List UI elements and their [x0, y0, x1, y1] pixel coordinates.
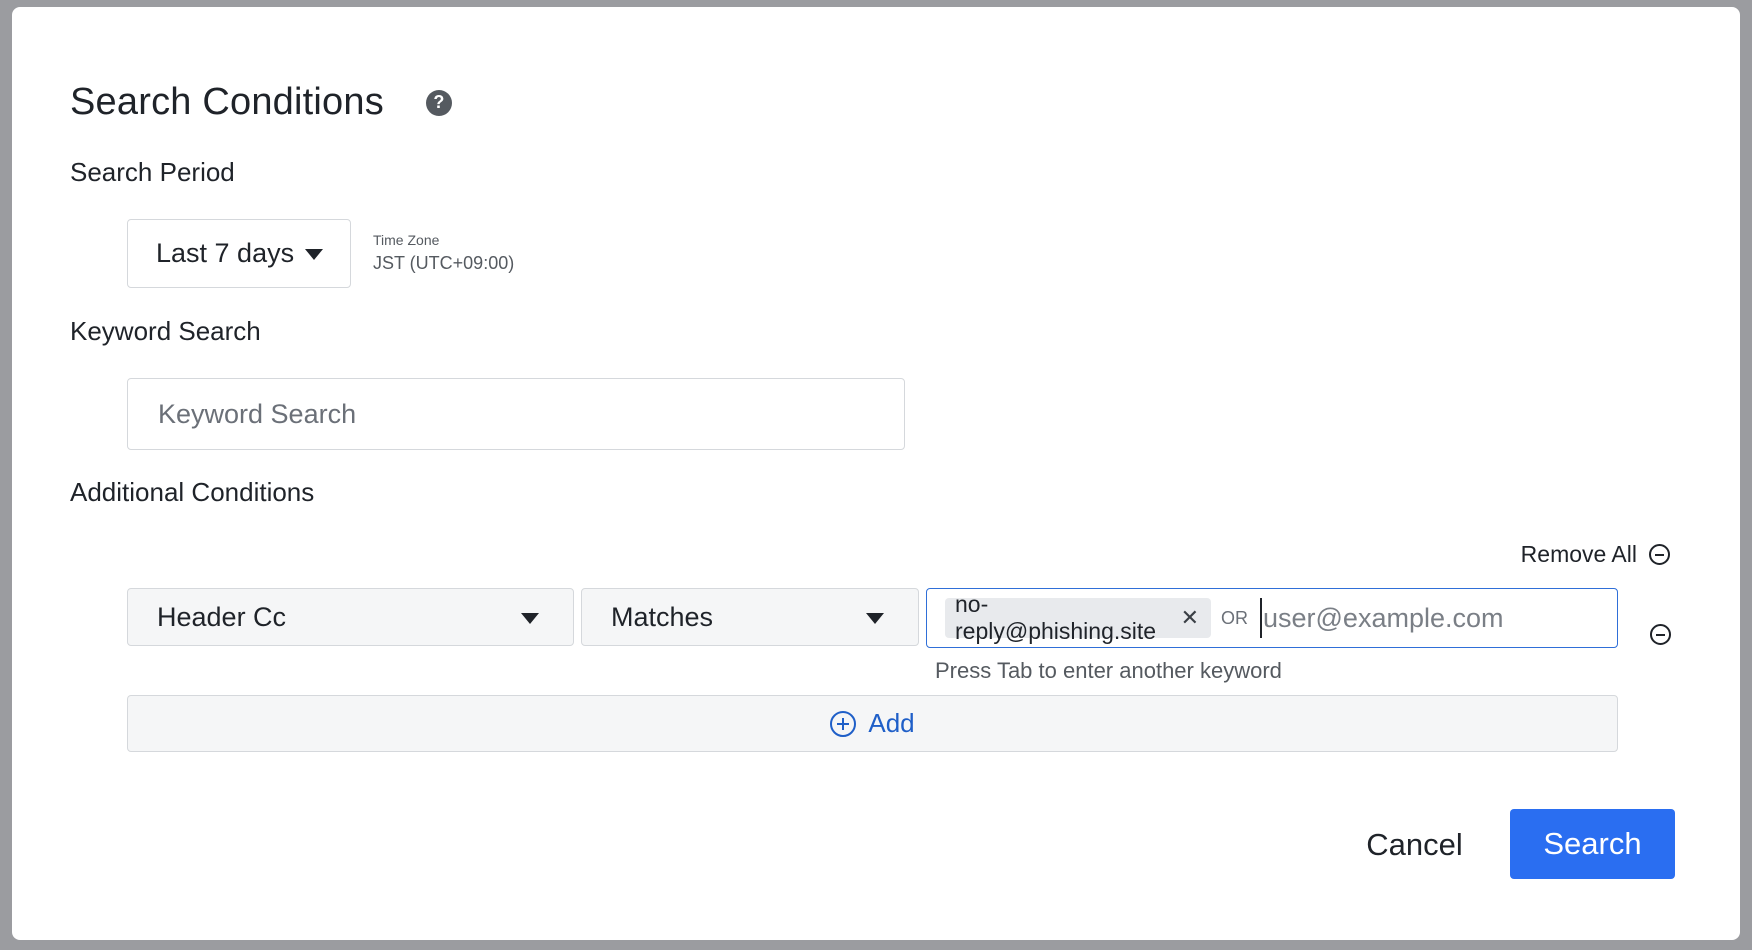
add-condition-label: Add — [868, 708, 915, 738]
remove-all-label: Remove All — [1520, 541, 1637, 567]
close-icon[interactable]: ✕ — [1181, 605, 1199, 631]
search-period-value: Last 7 days — [156, 238, 295, 268]
remove-condition-icon[interactable] — [1650, 624, 1671, 645]
caret-down-icon — [866, 613, 884, 624]
question-circle-icon[interactable]: ? — [425, 89, 452, 116]
condition-operator-value: Matches — [611, 601, 714, 632]
condition-field-value: Header Cc — [157, 601, 287, 632]
condition-operator-select[interactable]: Matches — [581, 588, 919, 646]
condition-value-input[interactable] — [1260, 598, 1617, 638]
timezone-value: JST (UTC+09:00) — [373, 253, 515, 273]
keyword-search-input[interactable] — [127, 378, 905, 450]
value-tag-label: no-reply@phishing.site — [955, 591, 1157, 644]
caret-down-icon — [521, 613, 539, 624]
minus-circle-icon — [1649, 544, 1670, 565]
remove-all-button[interactable]: Remove All — [1521, 541, 1670, 568]
or-label: OR — [1221, 607, 1248, 628]
search-period-label: Search Period — [70, 157, 235, 187]
caret-down-icon — [305, 249, 323, 260]
plus-circle-icon — [830, 710, 857, 737]
tab-hint: Press Tab to enter another keyword — [935, 658, 1282, 683]
timezone-info: Time Zone JST (UTC+09:00) — [373, 232, 514, 274]
timezone-label: Time Zone — [373, 232, 440, 248]
cancel-button[interactable]: Cancel — [1352, 815, 1477, 875]
condition-value-tag-input[interactable]: no-reply@phishing.site ✕ OR — [926, 588, 1618, 648]
dialog-title: Search Conditions — [70, 81, 384, 123]
title-row: Search Conditions ? — [70, 81, 452, 124]
value-tag: no-reply@phishing.site ✕ — [945, 591, 1211, 644]
keyword-search-label: Keyword Search — [70, 316, 261, 346]
search-button[interactable]: Search — [1510, 809, 1675, 879]
search-conditions-dialog: Search Conditions ? Search Period Last 7… — [12, 7, 1740, 940]
search-period-select[interactable]: Last 7 days — [127, 219, 351, 288]
additional-conditions-label: Additional Conditions — [70, 477, 315, 507]
condition-field-select[interactable]: Header Cc — [127, 588, 574, 646]
add-condition-button[interactable]: Add — [127, 695, 1618, 752]
